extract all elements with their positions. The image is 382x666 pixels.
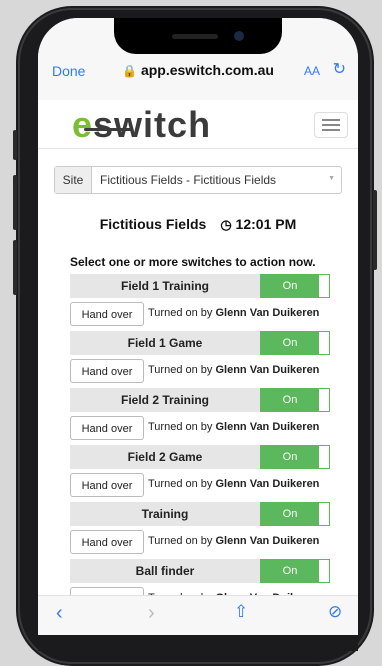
switch-toggle[interactable]: On: [260, 559, 330, 583]
toggle-state: On: [261, 503, 319, 525]
forward-icon[interactable]: ›: [148, 602, 155, 625]
toggle-state: On: [261, 560, 319, 582]
switch-user: Glenn Van Duikeren: [215, 307, 320, 319]
switch-toggle[interactable]: On: [260, 331, 330, 355]
lock-icon: 🔒: [122, 64, 137, 78]
hand-over-button[interactable]: Hand over: [70, 302, 144, 326]
reload-icon[interactable]: ↻: [333, 59, 346, 79]
switch-toggle[interactable]: On: [260, 502, 330, 526]
switch-name: Ball finder: [70, 559, 260, 583]
switch-name: Field 1 Game: [70, 331, 260, 355]
switch-toggle[interactable]: On: [260, 274, 330, 298]
phone-screen: Done 🔒 app.eswitch.com.au AA ↻ eswitch Si…: [38, 18, 358, 651]
switch-name: Training: [70, 502, 260, 526]
switch-status: Turned on by Glenn Van Duikeren: [148, 307, 320, 319]
hand-over-button[interactable]: Hand over: [70, 473, 144, 497]
hand-over-button[interactable]: Hand over: [70, 587, 144, 595]
switch-name: Field 2 Game: [70, 445, 260, 469]
switch-status: Turned on by Glenn Van Duikeren: [148, 421, 320, 433]
hand-over-button[interactable]: Hand over: [70, 359, 144, 383]
switch-toggle[interactable]: On: [260, 445, 330, 469]
eswitch-logo[interactable]: eswitch: [72, 104, 211, 146]
back-icon[interactable]: ‹: [56, 602, 63, 625]
chevron-down-icon: ▼: [328, 175, 335, 182]
site-select-label: Site: [55, 167, 92, 193]
switch-user: Glenn Van Duikeren: [215, 421, 320, 433]
text-size-button[interactable]: AA: [304, 64, 320, 78]
notch: [114, 18, 282, 54]
current-time: 12:01 PM: [235, 216, 297, 232]
volume-up-button: [13, 175, 17, 230]
switch-status: Turned on by Glenn Van Duikeren: [148, 364, 320, 376]
clock-icon: ◷: [220, 217, 232, 232]
switch-status: Turned on by Glenn Van Duikeren: [148, 535, 320, 547]
web-page: eswitch Site Fictitious Fields - Fictiti…: [38, 100, 358, 595]
switch-user: Glenn Van Duikeren: [215, 364, 320, 376]
site-select[interactable]: Site Fictitious Fields - Fictitious Fiel…: [54, 166, 342, 194]
menu-icon[interactable]: [314, 112, 348, 138]
url-text: app.eswitch.com.au: [140, 62, 274, 78]
instructions: Select one or more switches to action no…: [70, 255, 316, 269]
switch-name: Field 1 Training: [70, 274, 260, 298]
site-select-value: Fictitious Fields - Fictitious Fields: [100, 173, 277, 187]
power-button: [373, 190, 377, 270]
page-title: Fictitious Fields ◷ 12:01 PM: [99, 216, 297, 232]
browser-toolbar: ‹ › ⇧ ⊘: [38, 595, 358, 636]
hand-over-button[interactable]: Hand over: [70, 530, 144, 554]
toggle-state: On: [261, 389, 319, 411]
switch-toggle[interactable]: On: [260, 388, 330, 412]
home-indicator-area: [38, 635, 358, 651]
toggle-state: On: [261, 275, 319, 297]
toggle-state: On: [261, 332, 319, 354]
header-divider: [38, 148, 358, 149]
switch-name: Field 2 Training: [70, 388, 260, 412]
switch-user: Glenn Van Duikeren: [215, 535, 320, 547]
hand-over-button[interactable]: Hand over: [70, 416, 144, 440]
mute-switch: [13, 130, 17, 160]
switch-status: Turned on by Glenn Van Duikeren: [148, 478, 320, 490]
toggle-state: On: [261, 446, 319, 468]
switch-user: Glenn Van Duikeren: [215, 478, 320, 490]
compass-icon[interactable]: ⊘: [328, 602, 342, 622]
volume-down-button: [13, 240, 17, 295]
share-icon[interactable]: ⇧: [234, 602, 248, 622]
